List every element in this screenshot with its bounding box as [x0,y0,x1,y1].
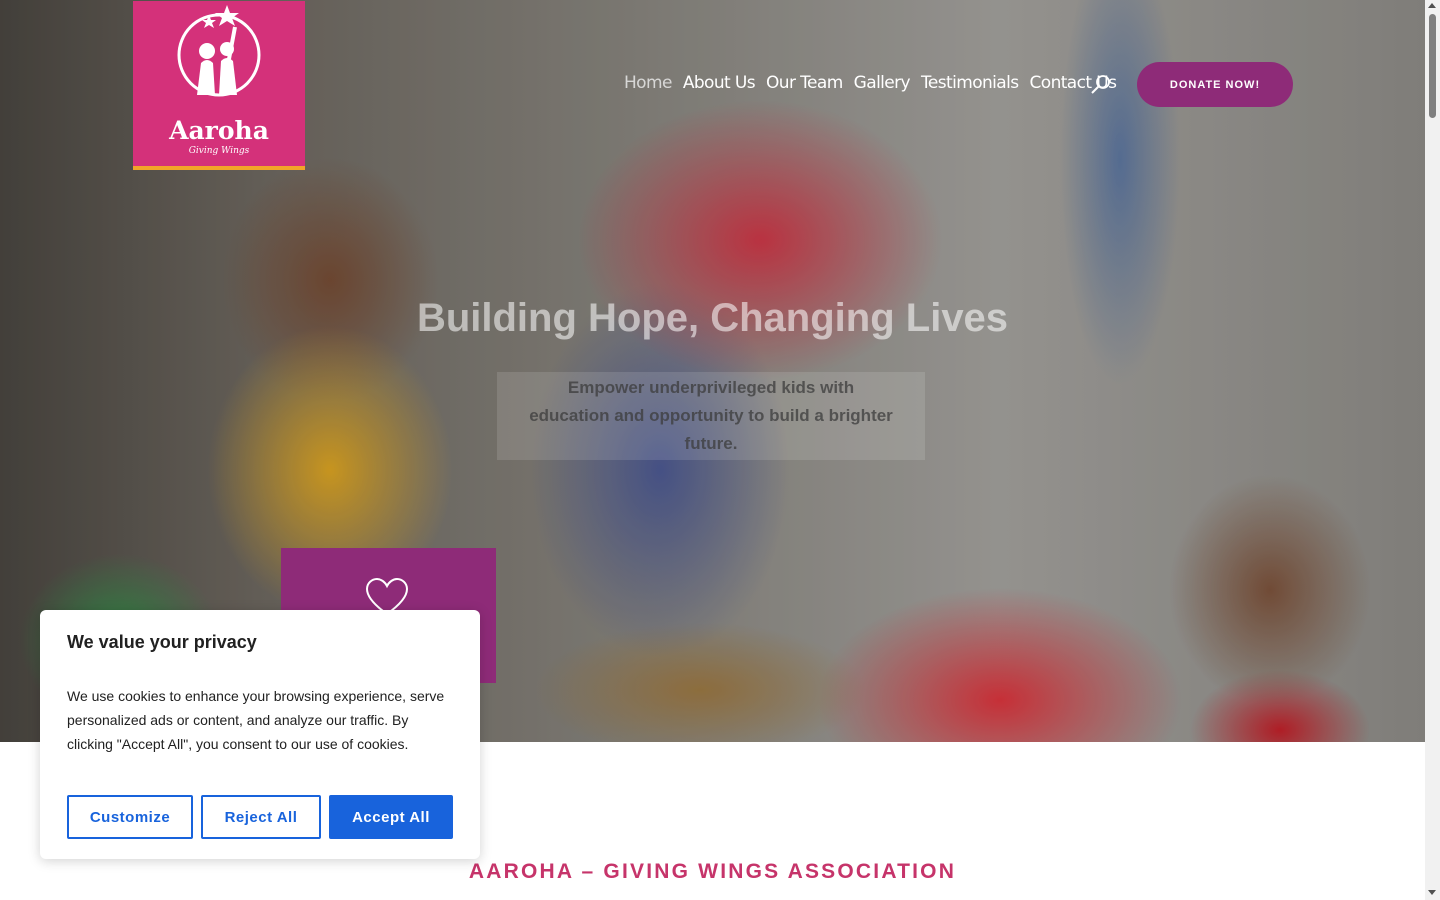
hero-subtitle-line-1: Empower underprivileged kids with [567,378,855,397]
cookie-actions: Customize Reject All Accept All [67,795,453,839]
section-heading: AAROHA – GIVING WINGS ASSOCIATION [468,860,957,883]
nav-item-home[interactable]: Home [624,72,672,94]
nav-item-testimonials[interactable]: Testimonials [921,72,1019,94]
customize-button[interactable]: Customize [67,795,193,839]
logo-tagline: Giving Wings [188,146,250,156]
children-reaching-star-icon [177,5,261,97]
main-nav: Home About Us Our Team Gallery Testimoni… [624,72,1117,94]
nav-item-gallery[interactable]: Gallery [854,72,911,94]
reject-all-button[interactable]: Reject All [201,795,321,839]
cookie-description: We use cookies to enhance your browsing … [67,688,445,752]
nav-item-our-team[interactable]: Our Team [766,72,843,94]
hero-subtitle-line-2: education and opportunity to build a bri… [529,406,893,453]
logo-title: Aaroha [169,116,269,145]
hero-title: Building Hope, Changing Lives [416,296,1009,340]
page-scrollbar[interactable] [1425,0,1440,900]
scroll-up-arrow-icon[interactable] [1428,3,1436,8]
accept-all-button[interactable]: Accept All [329,795,453,839]
scroll-down-arrow-icon[interactable] [1428,890,1436,895]
cookie-consent-banner: We value your privacy We use cookies to … [40,610,480,859]
hero-subtitle: Empower underprivileged kids with educat… [497,372,925,460]
scrollbar-thumb[interactable] [1429,14,1436,118]
donate-button[interactable]: DONATE NOW! [1137,62,1293,107]
site-logo[interactable]: Aaroha Giving Wings [133,1,305,170]
cookie-title: We value your privacy [67,632,257,652]
nav-item-about-us[interactable]: About Us [683,72,756,94]
search-icon[interactable] [1090,74,1112,96]
